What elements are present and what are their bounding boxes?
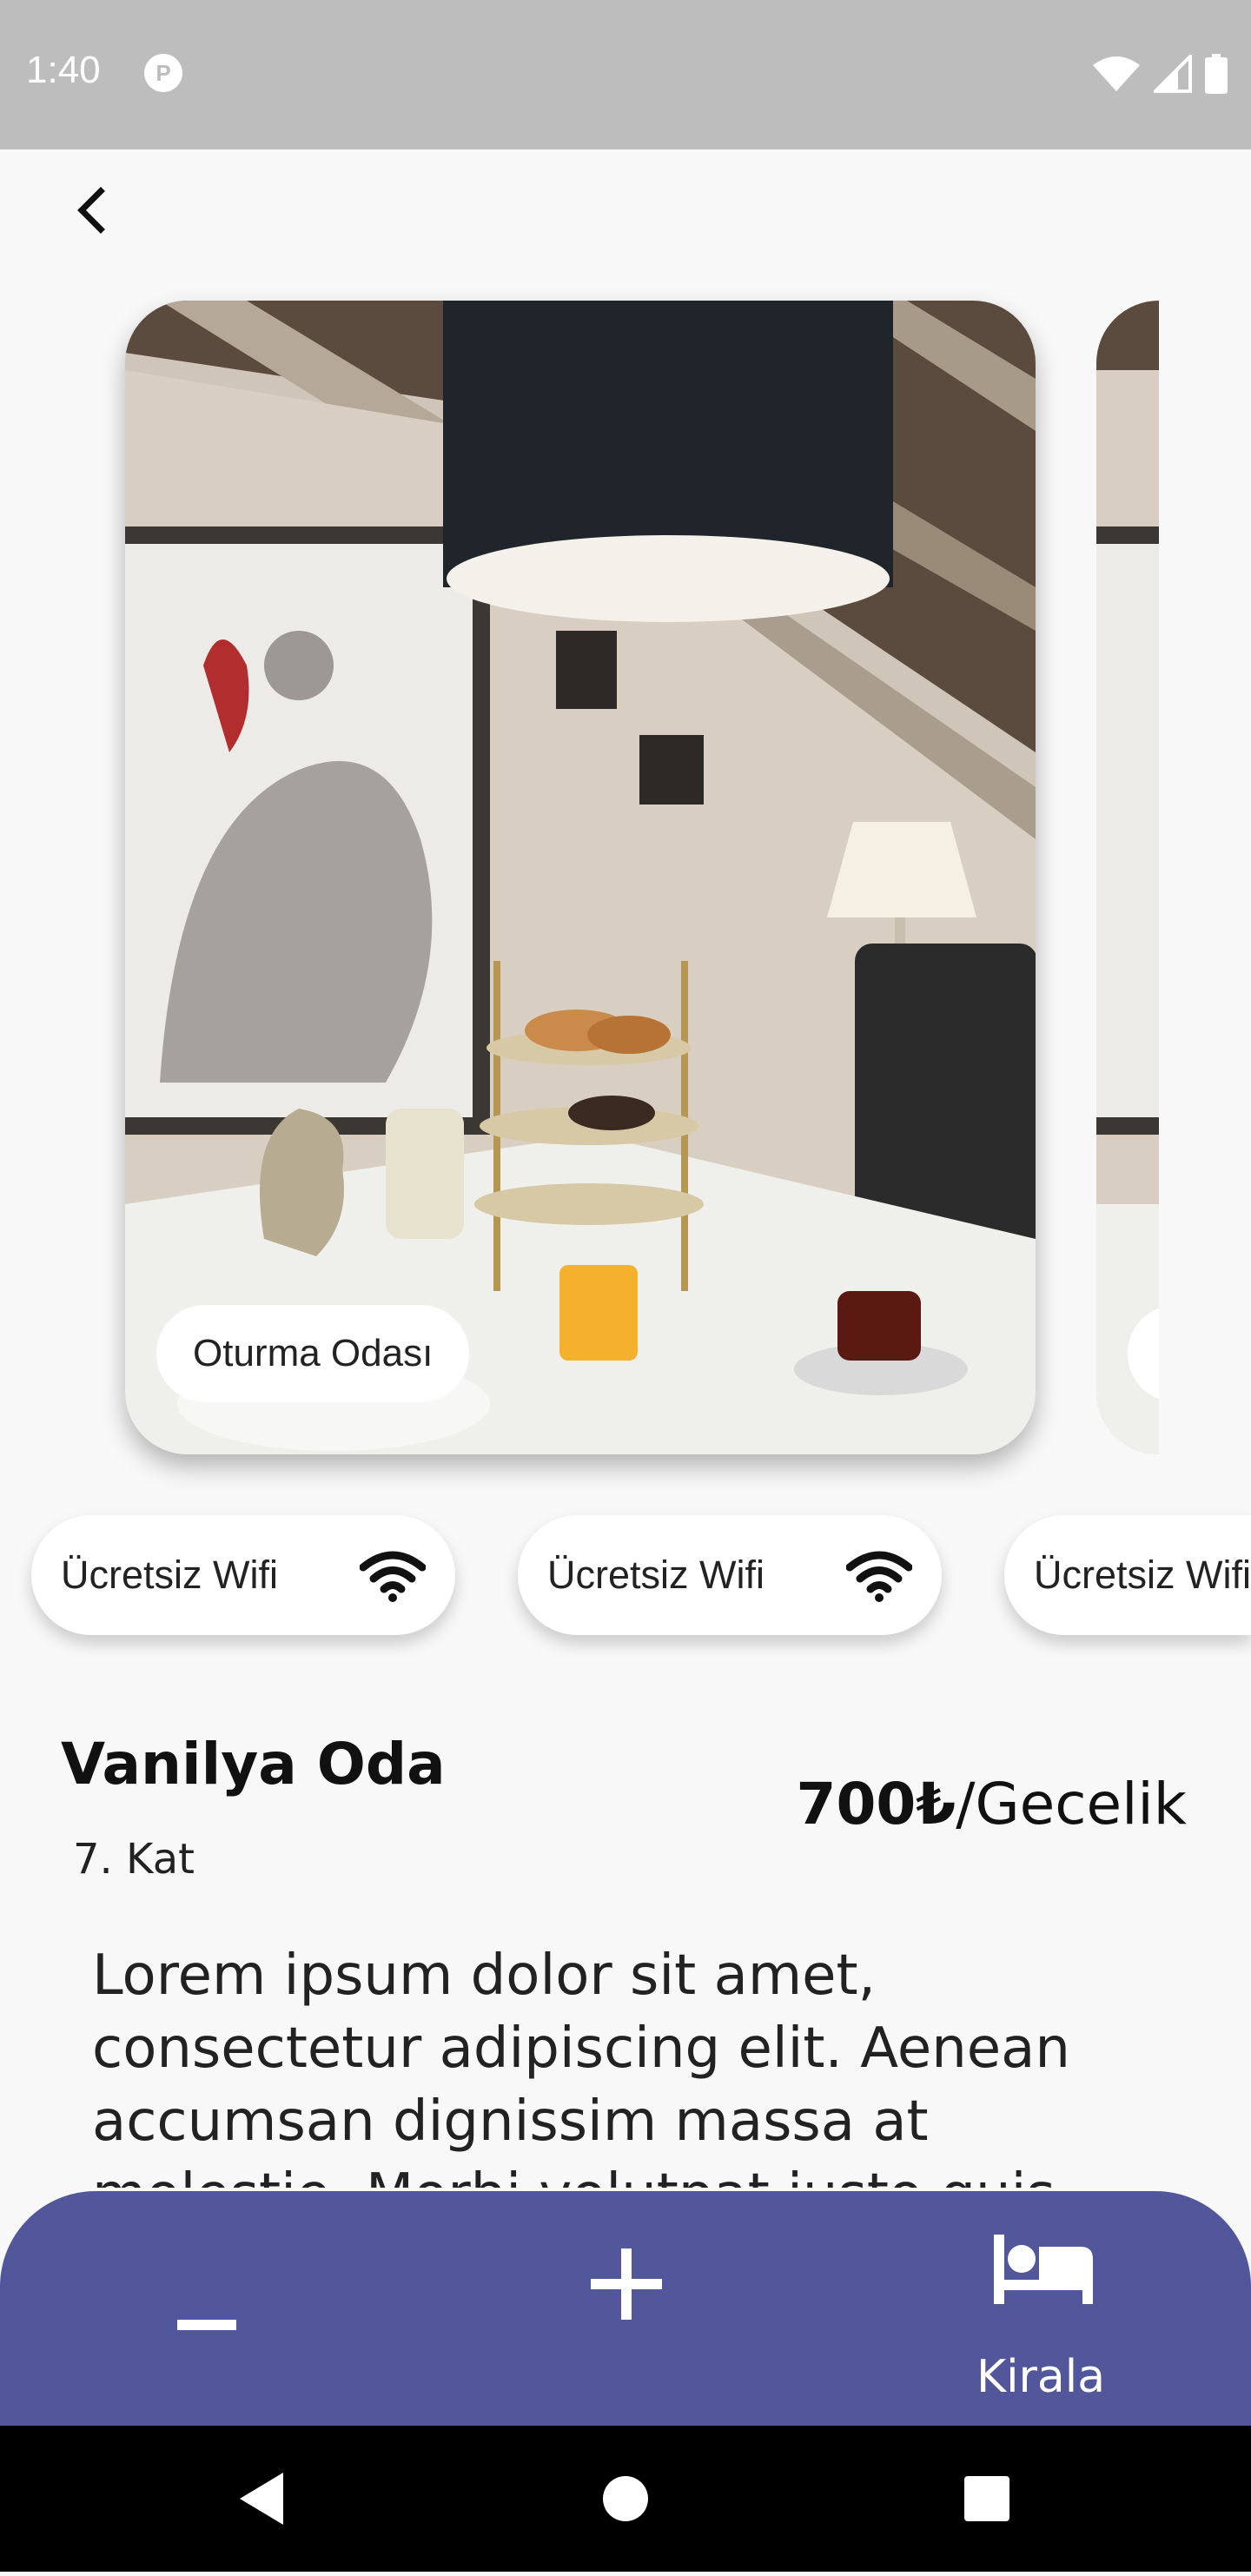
amenity-chip[interactable]: Ücretsiz Wifi [1004, 1515, 1251, 1635]
room-photo [125, 301, 1036, 1454]
amenity-label: Ücretsiz Wifi [61, 1553, 278, 1597]
amenity-chip[interactable]: Ücretsiz Wifi [518, 1515, 942, 1635]
room-floor: 7. Kat [73, 1835, 195, 1884]
status-time: 1:40 [26, 49, 101, 91]
room-type-label: Oturma Odası [156, 1305, 470, 1402]
chevron-left-icon [77, 187, 105, 234]
next-room-photo-card[interactable] [1096, 301, 1159, 1454]
wifi-icon [360, 1551, 426, 1602]
amenity-chip[interactable]: Ücretsiz Wifi [31, 1515, 455, 1635]
wifi-icon [846, 1551, 912, 1602]
amenity-label: Ücretsiz Wifi [547, 1553, 764, 1597]
rent-label: Kirala [976, 2351, 1106, 2403]
decrease-button[interactable] [170, 2308, 243, 2342]
svg-text:P: P [156, 60, 170, 86]
room-photo-card[interactable]: Oturma Odası [125, 301, 1036, 1454]
system-navigation-bar [0, 2426, 1251, 2572]
signal-icon [1151, 52, 1192, 97]
next-room-photo [1096, 301, 1159, 1454]
room-photo-carousel[interactable]: Oturma Odası [0, 295, 1251, 1460]
status-icons [1091, 52, 1228, 98]
amenity-list[interactable]: Ücretsiz Wifi Ücretsiz Wifi Ücretsiz Wif… [0, 1515, 1251, 1646]
increase-button[interactable] [587, 2245, 665, 2323]
back-button[interactable] [66, 179, 118, 242]
nav-back-icon[interactable] [240, 2473, 283, 2525]
notification-icon: P [142, 52, 184, 94]
status-bar: 1:40 P [0, 0, 1251, 149]
plus-icon [591, 2248, 662, 2320]
wifi-status-icon [1091, 55, 1142, 97]
room-price: 700₺/Gecelik [797, 1771, 1187, 1838]
price-unit: /Gecelik [956, 1771, 1187, 1838]
bed-icon [994, 2235, 1093, 2304]
battery-icon [1204, 54, 1228, 98]
amenity-label: Ücretsiz Wifi [1034, 1553, 1251, 1597]
nav-home-icon[interactable] [603, 2476, 648, 2521]
room-title: Vanilya Oda [61, 1731, 446, 1798]
minus-icon [177, 2320, 236, 2330]
price-value: 700₺ [796, 1771, 956, 1838]
nav-recents-icon[interactable] [964, 2476, 1009, 2521]
room-description: Lorem ipsum dolor sit amet, consectetur … [92, 1944, 1070, 2188]
